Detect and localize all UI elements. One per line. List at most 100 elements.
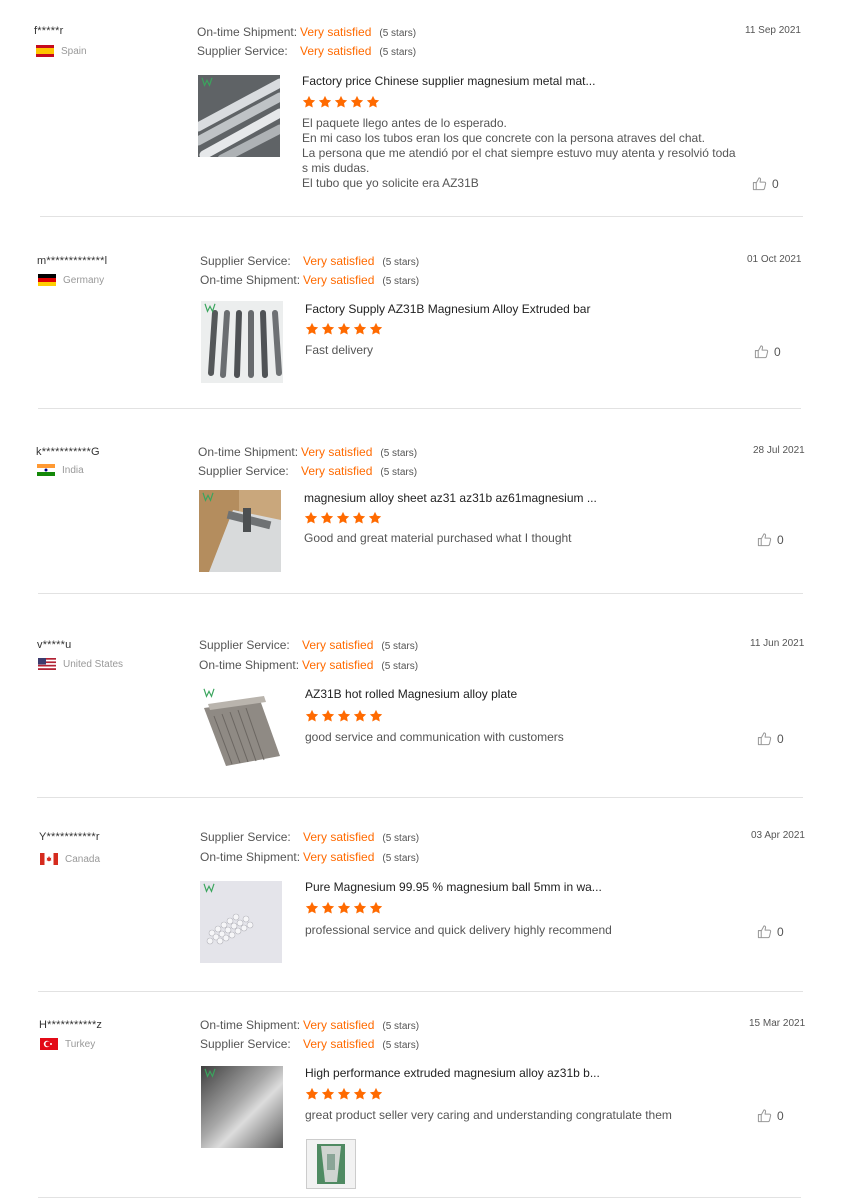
star-icon [353,322,367,336]
star-icon [337,709,351,723]
review-date: 28 Jul 2021 [753,445,805,456]
reviewer-name: m*************l [37,255,108,267]
rating-label: On-time Shipment: [200,1018,301,1032]
rating-stars-text: (5 stars) [381,641,419,652]
star-icon [321,322,335,336]
rating-value: Very satisfied [300,25,372,39]
country-name: United States [63,658,124,670]
comment-line: La persona que me atendió por el chat si… [302,146,736,160]
star-icon [337,322,351,336]
rating-label: Supplier Service: [200,1037,291,1051]
rating-value: Very satisfied [303,1037,375,1051]
rating-label: On-time Shipment: [198,445,299,459]
reviewer-name: k***********G [36,446,100,458]
comment-line: professional service and quick delivery … [305,923,612,937]
star-icon [369,322,383,336]
star-icon [321,1087,335,1101]
product-title-link[interactable]: Pure Magnesium 99.95 % magnesium ball 5m… [305,880,602,894]
product-title-link[interactable]: magnesium alloy sheet az31 az31b az61mag… [304,491,597,505]
product-thumbnail[interactable] [200,686,282,768]
product-thumbnail[interactable] [201,1066,283,1148]
reviewer-country: United States [38,658,123,670]
comment-line: Good and great material purchased what I… [304,531,572,545]
like-count: 0 [777,731,784,746]
country-name: Turkey [65,1038,96,1050]
reviewer-name: v*****u [37,639,72,651]
like-button[interactable]: 0 [752,176,779,191]
rating-row: Supplier Service: Very satisfied (5 star… [200,830,419,844]
product-thumbnail[interactable] [201,301,283,383]
thumbs-up-icon [752,176,767,191]
review-comment: Fast delivery [305,343,715,358]
product-thumbnail[interactable] [199,490,281,572]
review-comment: professional service and quick delivery … [305,923,715,938]
thumbs-up-icon [757,924,772,939]
rating-value: Very satisfied [303,273,375,287]
product-thumbnail[interactable] [200,881,282,963]
rating-value: Very satisfied [302,658,374,672]
thumbs-up-icon [757,731,772,746]
thumbs-up-icon [757,1108,772,1123]
review-date: 11 Jun 2021 [750,638,805,649]
country-name: Spain [61,45,87,57]
star-icon [369,1087,383,1101]
product-title-link[interactable]: AZ31B hot rolled Magnesium alloy plate [305,687,517,701]
review-comment: Good and great material purchased what I… [304,531,714,546]
star-icon [321,901,335,915]
star-icon [336,511,350,525]
comment-line: El paquete llego antes de lo esperado. [302,116,507,130]
star-icon [350,95,364,109]
like-button[interactable]: 0 [754,344,781,359]
rating-row: Supplier Service: Very satisfied (5 star… [199,638,418,652]
product-title-link[interactable]: Factory Supply AZ31B Magnesium Alloy Ext… [305,302,590,316]
star-icon [369,709,383,723]
star-icon [337,901,351,915]
product-star-rating [304,511,382,525]
thumbs-up-icon [757,532,772,547]
review-date: 01 Oct 2021 [747,254,802,265]
rating-row: On-time Shipment: Very satisfied (5 star… [200,850,419,864]
star-icon [304,511,318,525]
divider [40,216,803,217]
country-name: Canada [65,853,101,865]
rating-row: On-time Shipment: Very satisfied (5 star… [197,25,416,39]
like-count: 0 [777,532,784,547]
rating-stars-text: (5 stars) [382,1021,420,1032]
reviewer-country: Canada [40,853,100,865]
rating-value: Very satisfied [303,850,375,864]
product-star-rating [305,322,383,336]
rating-row: Supplier Service: Very satisfied (5 star… [200,1037,419,1051]
rating-label: Supplier Service: [200,254,291,268]
rating-label: On-time Shipment: [200,850,301,864]
like-button[interactable]: 0 [757,731,784,746]
reviewer-country: Turkey [40,1038,95,1050]
rating-row: On-time Shipment: Very satisfied (5 star… [200,273,419,287]
product-thumbnail[interactable] [198,75,280,157]
like-button[interactable]: 0 [757,1108,784,1123]
star-icon [305,322,319,336]
product-star-rating [305,1087,383,1101]
like-button[interactable]: 0 [757,924,784,939]
rating-value: Very satisfied [301,445,373,459]
star-icon [320,511,334,525]
review-attachment-photo[interactable] [306,1139,356,1189]
like-button[interactable]: 0 [757,532,784,547]
rating-stars-text: (5 stars) [382,257,420,268]
reviewer-country: Germany [38,274,104,286]
comment-line: great product seller very caring and und… [305,1108,672,1122]
rating-row: Supplier Service: Very satisfied (5 star… [197,44,416,58]
product-star-rating [305,709,383,723]
flag-spain-icon [36,45,54,57]
review-comment: good service and communication with cust… [305,730,715,745]
divider [37,797,803,798]
product-title-link[interactable]: High performance extruded magnesium allo… [305,1066,600,1080]
star-icon [353,1087,367,1101]
country-name: Germany [63,274,105,286]
comment-line: El tubo que yo solicite era AZ31B [302,176,479,190]
rating-value: Very satisfied [303,830,375,844]
rating-stars-text: (5 stars) [382,1040,420,1051]
rating-label: Supplier Service: [198,464,289,478]
product-title-link[interactable]: Factory price Chinese supplier magnesium… [302,74,595,88]
rating-value: Very satisfied [303,1018,375,1032]
rating-row: Supplier Service: Very satisfied (5 star… [198,464,417,478]
